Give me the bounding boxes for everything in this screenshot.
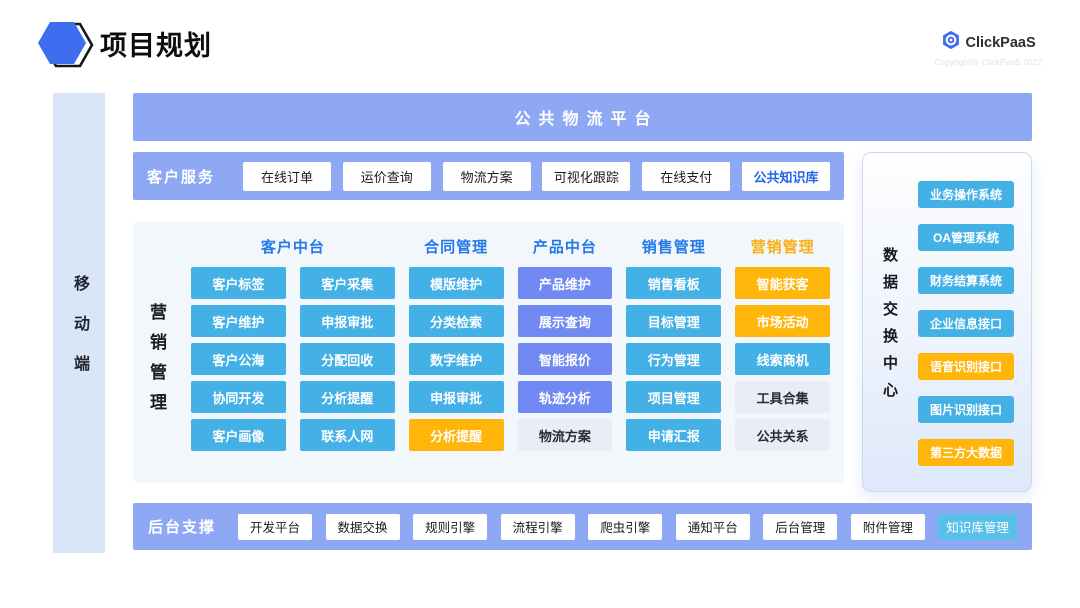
exchange-box[interactable]: 语音识别接口 — [918, 353, 1014, 380]
backend-support-label: 后台支撑 — [148, 516, 216, 537]
matrix-box[interactable]: 销售看板 — [626, 267, 721, 299]
brand-block: ClickPaaS Copyright@ ClickPaaS 2022 — [934, 30, 1042, 67]
matrix-box[interactable]: 申请汇报 — [626, 419, 721, 451]
matrix-box[interactable]: 联系人网 — [300, 419, 395, 451]
customer-service-buttons: 在线订单运价查询物流方案可视化跟踪在线支付公共知识库 — [243, 162, 830, 191]
backend-button[interactable]: 流程引擎 — [501, 514, 575, 540]
backend-button[interactable]: 后台管理 — [763, 514, 837, 540]
matrix-box[interactable]: 申报审批 — [409, 381, 504, 413]
service-button[interactable]: 物流方案 — [443, 162, 531, 191]
data-exchange-items: 业务操作系统 OA管理系统财务结算系统企业信息接口语音识别接口图片识别接口第三方大… — [918, 181, 1014, 466]
matrix-box[interactable]: 轨迹分析 — [518, 381, 613, 413]
matrix-box[interactable]: 产品维护 — [518, 267, 613, 299]
column-header: 产品中台 — [518, 236, 613, 257]
matrix-box[interactable]: 分配回收 — [300, 343, 395, 375]
platform-banner-title: 公共物流平台 — [506, 105, 658, 129]
column-header: 合同管理 — [409, 236, 504, 257]
column-header: 客户中台 — [191, 236, 395, 257]
matrix-box[interactable]: 客户采集 — [300, 267, 395, 299]
page-title: 项目规划 — [100, 24, 212, 63]
matrix-box[interactable]: 分析提醒 — [300, 381, 395, 413]
exchange-box[interactable]: OA管理系统 — [918, 224, 1014, 251]
matrix-box[interactable]: 数字维护 — [409, 343, 504, 375]
column-header: 销售管理 — [626, 236, 721, 257]
matrix-box[interactable]: 模版维护 — [409, 267, 504, 299]
backend-button[interactable]: 数据交换 — [326, 514, 400, 540]
matrix-box[interactable]: 市场活动 — [735, 305, 830, 337]
data-exchange-panel: 数据交换中心 业务操作系统 OA管理系统财务结算系统企业信息接口语音识别接口图片识… — [862, 152, 1032, 492]
mobile-sidebar-label: 移动端 — [67, 251, 91, 395]
matrix-box[interactable]: 智能获客 — [735, 267, 830, 299]
backend-support-row: 后台支撑 开发平台数据交换规则引擎流程引擎爬虫引擎通知平台后台管理附件管理知识库… — [133, 503, 1032, 550]
backend-button[interactable]: 通知平台 — [676, 514, 750, 540]
service-button[interactable]: 在线支付 — [642, 162, 730, 191]
matrix-box[interactable]: 公共关系 — [735, 419, 830, 451]
service-button[interactable]: 运价查询 — [343, 162, 431, 191]
clickpaas-icon — [941, 30, 961, 55]
mobile-sidebar: 移动端 — [53, 93, 105, 553]
customer-service-label: 客户服务 — [147, 166, 215, 187]
matrix-box[interactable]: 目标管理 — [626, 305, 721, 337]
backend-button[interactable]: 规则引擎 — [413, 514, 487, 540]
matrix-box[interactable]: 项目管理 — [626, 381, 721, 413]
matrix-box[interactable]: 物流方案 — [518, 419, 613, 451]
exchange-box[interactable]: 第三方大数据 — [918, 439, 1014, 466]
matrix-cells: 客户标签客户采集模版维护产品维护销售看板智能获客客户维护申报审批分类检索展示查询… — [133, 257, 844, 451]
matrix-column-headers: 客户中台合同管理产品中台销售管理营销管理 — [133, 222, 844, 257]
backend-support-buttons: 开发平台数据交换规则引擎流程引擎爬虫引擎通知平台后台管理附件管理知识库管理 — [238, 514, 1017, 540]
column-header: 营销管理 — [735, 236, 830, 257]
matrix-side-label: 营销管理 — [144, 280, 169, 432]
matrix-box[interactable]: 线索商机 — [735, 343, 830, 375]
backend-button[interactable]: 开发平台 — [238, 514, 312, 540]
matrix-box[interactable]: 客户维护 — [191, 305, 286, 337]
exchange-box[interactable]: 业务操作系统 — [918, 181, 1014, 208]
matrix-box[interactable]: 分类检索 — [409, 305, 504, 337]
matrix-box[interactable]: 申报审批 — [300, 305, 395, 337]
matrix-panel: 客户中台合同管理产品中台销售管理营销管理 营销管理 客户标签客户采集模版维护产品… — [133, 222, 844, 483]
matrix-box[interactable]: 工具合集 — [735, 381, 830, 413]
matrix-box[interactable]: 智能报价 — [518, 343, 613, 375]
backend-button[interactable]: 知识库管理 — [938, 514, 1017, 540]
brand-name: ClickPaaS — [966, 35, 1036, 51]
service-button[interactable]: 在线订单 — [243, 162, 331, 191]
backend-button[interactable]: 附件管理 — [851, 514, 925, 540]
data-exchange-label: 数据交换中心 — [879, 153, 900, 491]
matrix-box[interactable]: 协同开发 — [191, 381, 286, 413]
exchange-box[interactable]: 图片识别接口 — [918, 396, 1014, 423]
copyright-text: Copyright@ ClickPaaS 2022 — [934, 57, 1042, 67]
service-button[interactable]: 可视化跟踪 — [542, 162, 630, 191]
matrix-box[interactable]: 展示查询 — [518, 305, 613, 337]
matrix-box[interactable]: 客户画像 — [191, 419, 286, 451]
matrix-box[interactable]: 客户公海 — [191, 343, 286, 375]
customer-service-row: 客户服务 在线订单运价查询物流方案可视化跟踪在线支付公共知识库 — [133, 152, 844, 200]
matrix-box[interactable]: 分析提醒 — [409, 419, 504, 451]
exchange-box[interactable]: 企业信息接口 — [918, 310, 1014, 337]
platform-banner: 公共物流平台 — [133, 93, 1032, 141]
matrix-box[interactable]: 行为管理 — [626, 343, 721, 375]
page: 项目规划 ClickPaaS Copyright@ ClickPaaS 2022… — [0, 0, 1080, 608]
matrix-box[interactable]: 客户标签 — [191, 267, 286, 299]
service-button[interactable]: 公共知识库 — [742, 162, 830, 191]
exchange-box[interactable]: 财务结算系统 — [918, 267, 1014, 294]
hexagon-logo — [36, 20, 96, 70]
backend-button[interactable]: 爬虫引擎 — [588, 514, 662, 540]
